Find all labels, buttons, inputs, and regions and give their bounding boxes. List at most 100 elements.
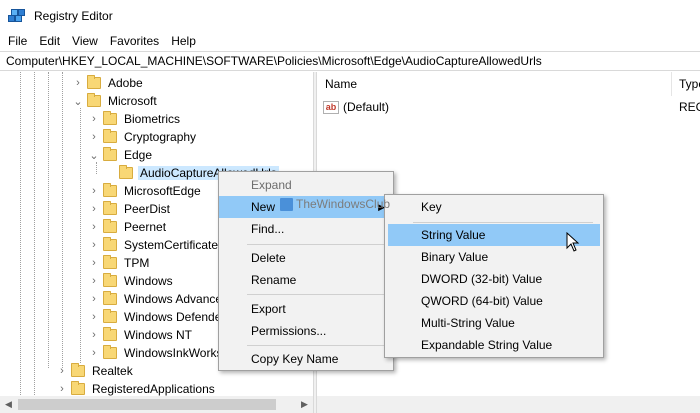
watermark: TheWindowsClub xyxy=(280,197,390,211)
new-submenu: Key String Value Binary Value DWORD (32-… xyxy=(384,194,604,358)
tree-item-label: Edge xyxy=(124,148,153,162)
menu-item-expandable-string-value[interactable]: Expandable String Value xyxy=(385,334,603,356)
folder-icon xyxy=(87,93,101,107)
expand-chevron-icon[interactable]: › xyxy=(88,275,100,287)
tree-horizontal-scrollbar[interactable]: ◀ ▶ xyxy=(0,396,313,413)
tree-item-adobe[interactable]: › Adobe xyxy=(72,74,145,92)
menu-view[interactable]: View xyxy=(66,31,104,51)
expand-chevron-icon[interactable]: › xyxy=(72,77,84,89)
folder-icon xyxy=(71,381,85,395)
tree-item-peernet[interactable]: › Peernet xyxy=(88,218,168,236)
menu-edit[interactable]: Edit xyxy=(33,31,66,51)
menu-help[interactable]: Help xyxy=(165,31,202,51)
tree-item-label: Realtek xyxy=(92,364,133,378)
tree-item-label: PeerDist xyxy=(124,202,171,216)
menu-item-dword-value[interactable]: DWORD (32-bit) Value xyxy=(385,268,603,290)
values-horizontal-scrollbar[interactable] xyxy=(317,396,700,413)
expand-chevron-icon[interactable]: › xyxy=(56,383,68,395)
expand-chevron-icon[interactable]: › xyxy=(88,347,100,359)
column-header-name[interactable]: Name xyxy=(317,72,357,96)
tree-item-label: Windows xyxy=(124,274,173,288)
tree-item-windows-nt[interactable]: › Windows NT xyxy=(88,326,194,344)
folder-icon xyxy=(71,363,85,377)
menu-item-qword-value[interactable]: QWORD (64-bit) Value xyxy=(385,290,603,312)
registry-editor-icon xyxy=(7,8,27,24)
expand-chevron-icon[interactable]: › xyxy=(88,311,100,323)
title-bar[interactable]: Registry Editor xyxy=(0,0,700,31)
expand-chevron-icon[interactable]: › xyxy=(88,239,100,251)
tree-item-tpm[interactable]: › TPM xyxy=(88,254,151,272)
folder-icon xyxy=(103,147,117,161)
tree-guide-line xyxy=(80,108,81,363)
menu-item-rename[interactable]: Rename xyxy=(219,269,393,291)
menu-item-expand[interactable]: Expand xyxy=(219,174,393,196)
tree-item-windows[interactable]: › Windows xyxy=(88,272,175,290)
tree-item-peerdist[interactable]: › PeerDist xyxy=(88,200,172,218)
folder-icon xyxy=(103,309,117,323)
menu-item-key[interactable]: Key xyxy=(385,196,603,218)
address-bar[interactable]: Computer\HKEY_LOCAL_MACHINE\SOFTWARE\Pol… xyxy=(0,51,700,71)
watermark-logo-icon xyxy=(280,197,293,211)
tree-item-label: RegisteredApplications xyxy=(92,382,215,396)
folder-icon xyxy=(103,237,117,251)
tree-item-microsoft[interactable]: ⌄ Microsoft xyxy=(72,92,159,110)
tree-guide-line xyxy=(20,72,21,413)
watermark-text: TheWindowsClub xyxy=(296,197,391,211)
expand-chevron-icon[interactable]: › xyxy=(88,293,100,305)
menu-item-delete[interactable]: Delete xyxy=(219,247,393,269)
collapse-chevron-icon[interactable]: ⌄ xyxy=(72,95,84,108)
scroll-left-icon[interactable]: ◀ xyxy=(0,396,17,413)
expand-chevron-icon[interactable]: › xyxy=(88,185,100,197)
tree-item-realtek[interactable]: › Realtek xyxy=(56,362,135,380)
scroll-right-icon[interactable]: ▶ xyxy=(296,396,313,413)
tree-guide-line xyxy=(48,72,49,368)
folder-icon xyxy=(87,75,101,89)
tree-item-biometrics[interactable]: › Biometrics xyxy=(88,110,182,128)
tree-guide-line xyxy=(34,72,35,413)
tree-item-label: Windows Defender xyxy=(124,310,226,324)
folder-icon xyxy=(103,201,117,215)
folder-icon xyxy=(103,129,117,143)
expand-chevron-icon[interactable]: › xyxy=(88,131,100,143)
expand-chevron-icon[interactable]: › xyxy=(88,113,100,125)
menu-separator xyxy=(413,222,593,223)
value-type: REG_SZ xyxy=(679,100,700,114)
menu-file[interactable]: File xyxy=(0,31,33,51)
menu-item-copy-key-name[interactable]: Copy Key Name xyxy=(219,348,393,370)
expand-chevron-icon[interactable]: › xyxy=(88,203,100,215)
tree-item-cryptography[interactable]: › Cryptography xyxy=(88,128,198,146)
mouse-cursor-icon xyxy=(566,232,580,252)
tree-item-windows-defender[interactable]: › Windows Defender xyxy=(88,308,227,326)
tree-item-edge[interactable]: ⌄ Edge xyxy=(88,146,154,164)
folder-icon xyxy=(103,255,117,269)
menu-item-find[interactable]: Find... xyxy=(219,218,393,240)
tree-item-systemcertificates[interactable]: › SystemCertificates xyxy=(88,236,226,254)
menu-item-multi-string-value[interactable]: Multi-String Value xyxy=(385,312,603,334)
menu-favorites[interactable]: Favorites xyxy=(104,31,165,51)
column-header-type[interactable]: Type xyxy=(671,72,700,96)
tree-item-label: Biometrics xyxy=(124,112,181,126)
menu-bar: File Edit View Favorites Help xyxy=(0,31,700,51)
value-row-default[interactable]: ab (Default) xyxy=(323,97,389,117)
menu-item-export[interactable]: Export xyxy=(219,298,393,320)
folder-icon xyxy=(103,183,117,197)
expand-chevron-icon[interactable]: › xyxy=(88,329,100,341)
tree-item-label: Cryptography xyxy=(124,130,197,144)
value-name: (Default) xyxy=(343,100,390,114)
expand-chevron-icon[interactable]: › xyxy=(56,365,68,377)
tree-item-label: Windows NT xyxy=(124,328,193,342)
folder-icon xyxy=(103,327,117,341)
collapse-chevron-icon[interactable]: ⌄ xyxy=(88,149,100,162)
tree-guide-line xyxy=(62,72,63,368)
folder-icon xyxy=(103,273,117,287)
scrollbar-thumb[interactable] xyxy=(18,399,276,410)
menu-item-permissions[interactable]: Permissions... xyxy=(219,320,393,342)
tree-item-label: MicrosoftEdge xyxy=(124,184,201,198)
expand-chevron-icon[interactable]: › xyxy=(88,221,100,233)
tree-item-microsoftedge[interactable]: › MicrosoftEdge xyxy=(88,182,203,200)
expand-chevron-icon[interactable]: › xyxy=(88,257,100,269)
string-value-icon: ab xyxy=(323,100,339,114)
menu-separator xyxy=(247,345,387,346)
folder-icon xyxy=(119,165,133,179)
tree-item-label: TPM xyxy=(124,256,150,270)
